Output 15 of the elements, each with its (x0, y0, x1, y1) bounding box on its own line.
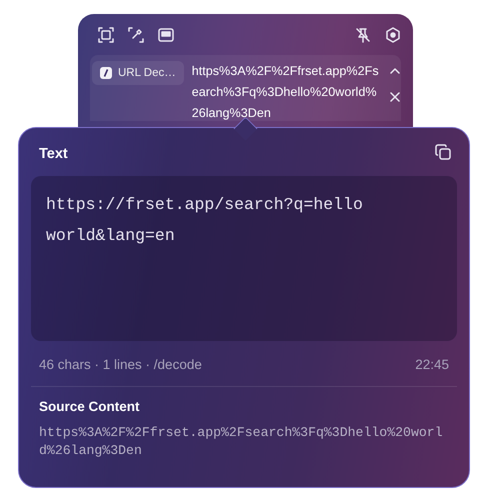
stats-text: 46 chars · 1 lines · /decode (39, 357, 202, 372)
settings-icon[interactable] (385, 27, 401, 43)
panel-title: Text (39, 146, 68, 162)
time-text: 22:45 (415, 357, 449, 372)
slash-icon (100, 67, 112, 79)
decoded-text: https://frset.app/search?q=hello world&lang=en (46, 194, 364, 247)
section-title: Source Content (39, 399, 141, 414)
source-text: https%3A%2F%2Ffrset.app%2Fsearch%3Fq%3Dhello%20world%26lang%3Den (39, 424, 444, 460)
eyedropper-icon[interactable] (128, 27, 144, 43)
encoded-text: https%3A%2F%2Ffrset.app%2Fsearch%3Fq%3Dhello%20world%26lang%3Den (192, 63, 380, 121)
pin-off-icon[interactable] (355, 27, 371, 43)
tool-chip[interactable]: URL Dec… (92, 61, 184, 85)
window-icon[interactable] (158, 27, 174, 43)
copy-icon[interactable] (435, 144, 451, 163)
screen-capture-icon[interactable] (98, 27, 114, 43)
